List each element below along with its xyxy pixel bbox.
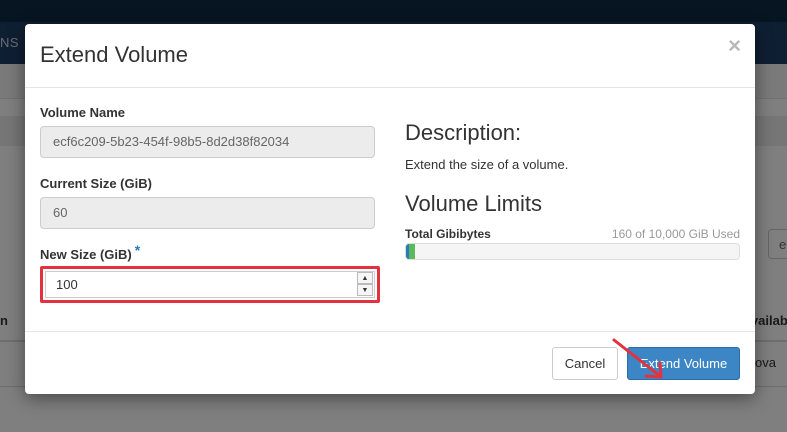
extend-volume-modal: Extend Volume × Volume Name ecf6c209-5b2… <box>25 24 755 394</box>
quota-progress-requested <box>409 244 415 259</box>
volume-limits-heading: Volume Limits <box>405 191 542 216</box>
description-heading: Description: <box>405 120 522 145</box>
new-size-label-text: New Size (GiB) <box>40 247 132 262</box>
quota-label: Total Gibibytes <box>405 227 491 241</box>
required-marker: * <box>134 242 141 258</box>
new-size-input[interactable] <box>45 271 375 298</box>
quota-progress-bar <box>405 243 740 260</box>
modal-footer-divider <box>25 331 755 332</box>
current-size-label: Current Size (GiB) <box>40 176 152 191</box>
quota-used-text: 160 of 10,000 GiB Used <box>611 227 740 241</box>
cancel-button[interactable]: Cancel <box>552 347 618 380</box>
extend-volume-button[interactable]: Extend Volume <box>627 347 740 380</box>
close-icon[interactable]: × <box>728 34 741 58</box>
modal-header: Extend Volume × <box>25 24 755 88</box>
quota-progress-fill <box>406 244 739 259</box>
description-text: Extend the size of a volume. <box>405 157 569 172</box>
volume-name-field[interactable]: ecf6c209-5b23-454f-98b5-8d2d38f82034 <box>40 126 375 158</box>
current-size-field[interactable]: 60 <box>40 197 375 229</box>
new-size-highlight: ▲ ▼ <box>40 266 380 303</box>
chevron-up-icon[interactable]: ▲ <box>357 272 373 284</box>
chevron-down-icon[interactable]: ▼ <box>357 284 373 296</box>
new-size-label: New Size (GiB) * <box>40 242 140 262</box>
new-size-spinner: ▲ ▼ <box>357 272 373 298</box>
volume-name-label: Volume Name <box>40 105 126 120</box>
modal-title: Extend Volume <box>40 42 188 67</box>
